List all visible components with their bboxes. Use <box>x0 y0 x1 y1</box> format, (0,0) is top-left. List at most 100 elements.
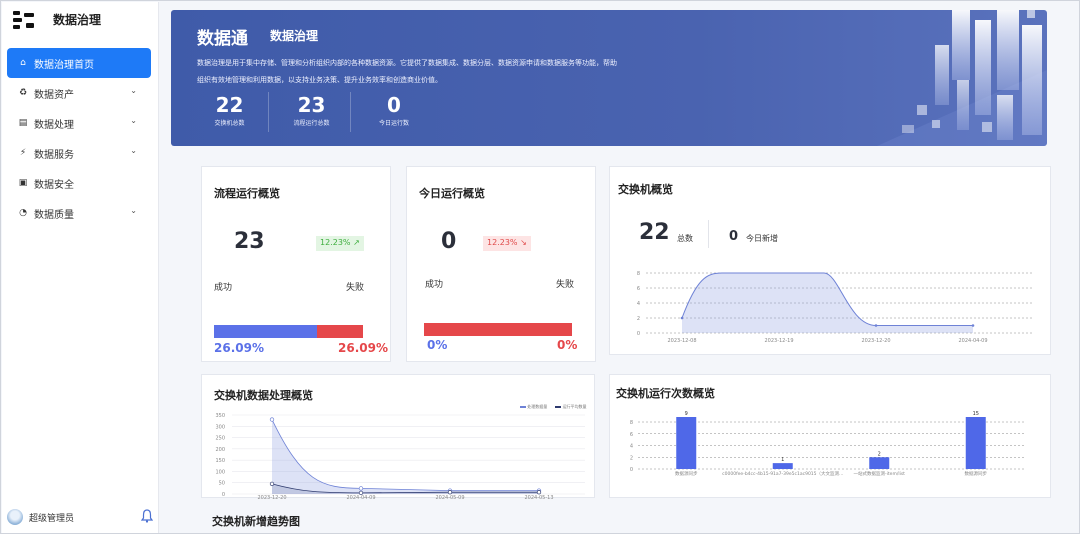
data-point <box>971 324 975 327</box>
bar-value-label: 9 <box>685 411 688 417</box>
sidebar-item-label: 数据服务 <box>34 149 74 161</box>
y-tick-label: 6 <box>637 286 640 292</box>
y-tick-label: 0 <box>637 331 640 337</box>
switch-runs-card: 交换机运行次数概览 0 2 4 6 8 9 数据源同步 1 c0000fee-b4cc-4b15… <box>609 374 1051 498</box>
user-profile[interactable]: 超级管理员 <box>7 507 155 527</box>
sidebar-item-label: 数据安全 <box>34 179 74 191</box>
card-title: 流程运行概览 <box>214 187 280 200</box>
sidebar-item-label: 数据资产 <box>34 89 74 101</box>
sidebar-item-assets[interactable]: ♻ 数据资产 ⌄ <box>7 78 151 108</box>
x-tick-label: c0000fee-b4cc-4b15-91a7-39e5c1ac9015（大文监… <box>722 470 843 477</box>
trend-down-icon: ↘ <box>520 238 527 247</box>
y-tick-label: 50 <box>219 481 225 487</box>
sidebar-nav: ⌂ 数据治理首页 ♻ 数据资产 ⌄ ▤ 数据处理 ⌄ ⚡ 数据服务 ⌄ ▣ 数据… <box>7 48 151 228</box>
switch-total-label: 总数 <box>677 234 693 243</box>
card-title: 交换机概览 <box>618 183 673 196</box>
data-point <box>269 481 275 486</box>
bell-icon[interactable] <box>141 509 153 523</box>
switch-process-chart: 0 50 100 150 200 250 300 350 2023-12-20 2024-04-0… <box>215 413 585 499</box>
stat-label: 今日运行数 <box>378 120 409 127</box>
x-tick-label: 2024-05-13 <box>524 495 553 499</box>
y-tick-label: 100 <box>215 469 225 475</box>
app-title: 数据治理 <box>53 13 102 27</box>
bar-value-label: 15 <box>973 411 979 417</box>
bar-value-label: 2 <box>878 451 881 457</box>
x-tick-label: 2024-05-09 <box>435 495 464 499</box>
switch-new-label: 今日新增 <box>746 234 778 243</box>
chevron-down-icon: ⌄ <box>130 86 137 95</box>
success-bar <box>214 325 317 338</box>
stat-value: 23 <box>297 93 326 117</box>
y-tick-label: 4 <box>637 301 640 307</box>
sidebar-item-label: 数据治理首页 <box>34 59 94 71</box>
bar <box>965 417 986 469</box>
bar <box>869 457 890 469</box>
data-point <box>269 417 275 422</box>
sidebar-item-label: 数据处理 <box>34 119 74 131</box>
y-tick-label: 4 <box>630 444 633 450</box>
stat-today-runs: 0 今日运行数 <box>361 92 433 132</box>
camera-icon: ▣ <box>18 178 28 188</box>
sidebar-item-security[interactable]: ▣ 数据安全 <box>7 168 151 198</box>
sidebar-item-services[interactable]: ⚡ 数据服务 ⌄ <box>7 138 151 168</box>
success-percent: 26.09% <box>214 341 264 355</box>
trend-up-icon: ↗ <box>353 238 360 247</box>
x-tick-label: 2024-04-09 <box>346 495 375 499</box>
y-tick-label: 2 <box>630 455 633 461</box>
fail-bar <box>424 323 572 336</box>
switch-process-card: 交换机数据处理概览 处理数据量 运行平均数量 0 50 100 150 200 250 30… <box>201 374 595 499</box>
y-tick-label: 150 <box>215 458 225 464</box>
avatar <box>7 509 23 525</box>
fail-label: 失败 <box>556 280 575 290</box>
sidebar-item-processing[interactable]: ▤ 数据处理 ⌄ <box>7 108 151 138</box>
x-tick-label: 数据源同步 <box>965 470 988 477</box>
stat-label: 交换机总数 <box>214 120 245 127</box>
y-tick-label: 0 <box>630 467 633 473</box>
switch-new-today: 0 <box>729 229 739 244</box>
chevron-down-icon: ⌄ <box>130 116 137 125</box>
sidebar: 数据治理 ⌂ 数据治理首页 ♻ 数据资产 ⌄ ▤ 数据处理 ⌄ ⚡ 数据服务 ⌄ <box>2 2 159 533</box>
sidebar-item-home[interactable]: ⌂ 数据治理首页 <box>7 48 151 78</box>
bar <box>772 463 793 469</box>
banner-description: 数据治理是用于集中存储、管理和分析组织内部的各种数据资源。它提供了数据集成、数据… <box>197 55 667 89</box>
y-tick-label: 8 <box>637 271 640 277</box>
home-icon: ⌂ <box>20 58 26 68</box>
asset-icon: ♻ <box>18 88 28 98</box>
data-point <box>358 486 364 491</box>
app-logo-icon <box>13 11 34 29</box>
fail-percent: 0% <box>557 338 578 352</box>
fail-bar <box>317 325 363 338</box>
user-name: 超级管理员 <box>29 513 75 524</box>
data-point <box>447 490 453 495</box>
y-tick-label: 350 <box>215 413 225 419</box>
bar <box>676 417 697 469</box>
process-icon: ▤ <box>18 118 28 128</box>
x-tick-label: 数据源同步 <box>675 470 698 477</box>
lightning-icon: ⚡ <box>19 148 27 158</box>
card-title: 交换机运行次数概览 <box>616 387 715 400</box>
y-tick-label: 0 <box>222 492 225 498</box>
switch-new-trend-title: 交换机新增趋势图 <box>212 515 300 528</box>
y-tick-label: 200 <box>215 447 225 453</box>
x-tick-label: 2023-12-08 <box>667 338 696 344</box>
sidebar-item-label: 数据质量 <box>34 209 74 221</box>
card-title: 交换机数据处理概览 <box>214 389 313 402</box>
overview-banner: 数据通 数据治理 数据治理是用于集中存储、管理和分析组织内部的各种数据资源。它提… <box>171 10 1047 146</box>
success-label: 成功 <box>214 283 233 293</box>
sidebar-item-quality[interactable]: ◔ 数据质量 ⌄ <box>7 198 151 228</box>
y-tick-label: 8 <box>630 420 633 426</box>
banner-desc-line: 组织有效地管理和利用数据，以支持业务决策、提升业务效率和创造商业价值。 <box>197 76 442 84</box>
banner-stats: 22 交换机总数 23 流程运行总数 0 今日运行数 <box>197 92 443 132</box>
gauge-icon: ◔ <box>19 208 27 218</box>
today-overview-card: 今日运行概览 0 12.23% ↘ 成功 失败 0% 0% <box>406 166 596 362</box>
data-point <box>680 316 684 320</box>
series-area <box>682 273 973 333</box>
data-point <box>874 324 878 327</box>
y-tick-label: 300 <box>215 424 225 430</box>
switch-overview-card: 交换机概览 22 总数 0 今日新增 0 2 4 6 8 2023-12-08 2023-1… <box>609 166 1051 355</box>
stat-flow-total: 23 流程运行总数 <box>279 92 351 132</box>
banner-desc-line: 数据治理是用于集中存储、管理和分析组织内部的各种数据资源。它提供了数据集成、数据… <box>197 59 617 67</box>
fail-label: 失败 <box>346 283 365 293</box>
banner-title: 数据通 <box>197 29 248 49</box>
flow-overview-card: 流程运行概览 23 12.23% ↗ 成功 失败 26.09% 26.09% <box>201 166 391 362</box>
